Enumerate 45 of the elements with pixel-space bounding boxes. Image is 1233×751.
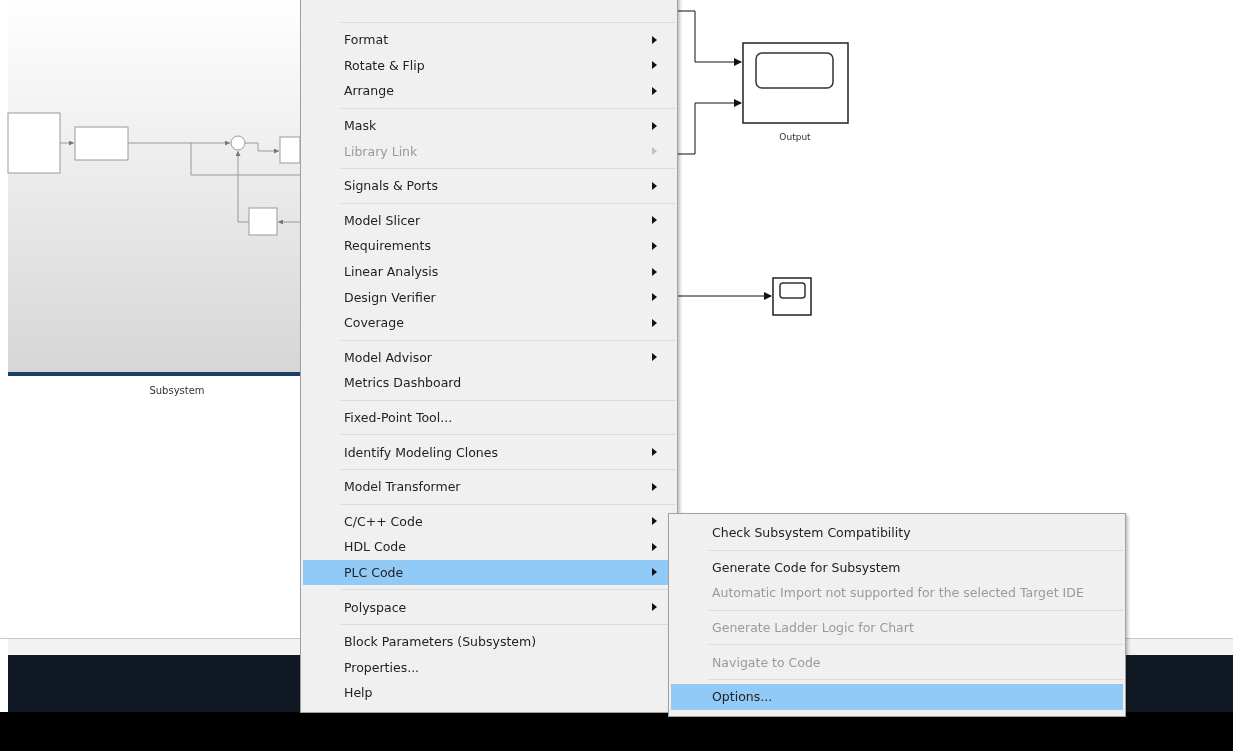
submenu-arrow-icon: [652, 293, 657, 302]
submenu-arrow-icon: [652, 87, 657, 95]
inner-block: [7, 112, 61, 174]
inner-block: [248, 207, 278, 236]
block-label: Output: [779, 132, 811, 142]
submenu-arrow-icon: [652, 147, 657, 156]
menu-item[interactable]: Options...: [671, 683, 1123, 710]
submenu-arrow-icon: [652, 35, 657, 44]
signal-line: [676, 10, 742, 66]
submenu-arrow-icon: [652, 241, 657, 250]
menu-item[interactable]: Metrics Dashboard: [303, 370, 675, 396]
submenu-arrow-icon: [652, 517, 657, 526]
menu-item[interactable]: Coverage: [303, 309, 675, 336]
inner-block: [74, 126, 129, 161]
menu-item[interactable]: Model Transformer: [303, 473, 675, 500]
scope-block[interactable]: [772, 277, 812, 316]
submenu-arrow-icon: [652, 482, 657, 491]
submenu-arrow-icon: [652, 318, 657, 327]
menu-item[interactable]: Rotate & Flip: [303, 52, 675, 79]
submenu-arrow-icon: [652, 181, 657, 190]
submenu-arrow-icon: [652, 267, 657, 276]
submenu-arrow-icon: [652, 61, 657, 70]
signal-line: [59, 140, 75, 146]
menu-item[interactable]: Model Slicer: [303, 207, 675, 234]
menu-item[interactable]: Model Advisor: [303, 344, 675, 371]
submenu-arrow-icon: [652, 542, 657, 551]
menu-item[interactable]: Arrange: [303, 78, 675, 104]
menu-item[interactable]: Design Verifier: [303, 284, 675, 310]
menu-item[interactable]: Signals & Ports: [303, 172, 675, 199]
signal-line: [676, 99, 742, 155]
submenu-arrow-icon: [652, 603, 657, 612]
block-label: Subsystem: [149, 385, 205, 396]
menu-item[interactable]: Requirements: [303, 233, 675, 259]
submenu-arrow-icon: [652, 353, 657, 362]
menu-item[interactable]: Format: [303, 27, 675, 53]
submenu-arrow-icon: [652, 216, 657, 225]
menu-item[interactable]: Identify Modeling Clones: [303, 439, 675, 465]
submenu-arrow-icon: [652, 121, 657, 130]
menu-item[interactable]: Mask: [303, 112, 675, 139]
submenu-arrow-icon: [652, 448, 657, 457]
menu-item[interactable]: Linear Analysis: [303, 258, 675, 285]
sum-node: [230, 135, 246, 151]
menu-item[interactable]: Fixed-Point Tool...: [303, 404, 675, 431]
submenu-arrow-icon: [652, 568, 657, 577]
scope-block[interactable]: [742, 42, 849, 124]
